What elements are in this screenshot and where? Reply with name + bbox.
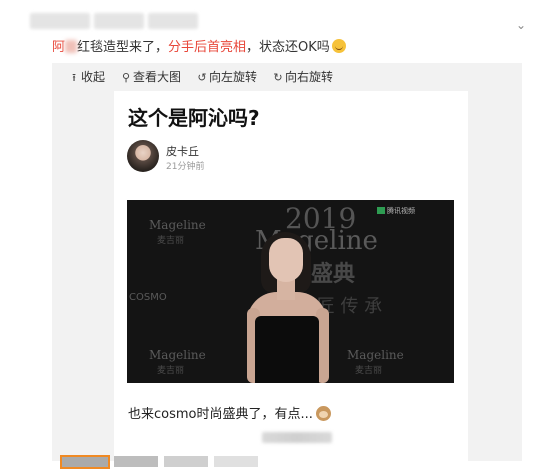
- thumbnail-strip: [60, 455, 260, 469]
- blurred-name-part: [65, 40, 78, 53]
- photo-brand-bottom-right: Mageline: [347, 348, 404, 362]
- caption-prefix[interactable]: 阿: [52, 40, 65, 55]
- rotate-right-label: 向右旋转: [285, 70, 334, 84]
- collapse-label: 收起: [81, 70, 106, 84]
- view-large-label: 查看大图: [133, 70, 182, 84]
- photo-brand-cn-bottom-left: 麦吉丽: [157, 366, 185, 376]
- photo-brand-bottom-left: Mageline: [149, 348, 206, 362]
- avatar: [127, 140, 159, 172]
- caption-highlight[interactable]: 分手后首亮相: [168, 40, 246, 55]
- view-large-button[interactable]: ⚲ 查看大图: [120, 69, 181, 86]
- woman-figure: [239, 230, 339, 383]
- article-text: 也来cosmo时尚盛典了，有点...: [128, 406, 331, 424]
- collapse-button[interactable]: ⭱ 收起: [68, 69, 105, 86]
- photo-sponsor: COSMO: [129, 292, 167, 303]
- smile-emoji-icon: [331, 39, 346, 53]
- rotate-left-button[interactable]: ↺ 向左旋转: [196, 69, 257, 86]
- article-title: 这个是阿沁吗?: [128, 106, 260, 130]
- video-play-icon: [377, 207, 385, 214]
- author-name: 皮卡丘: [166, 145, 199, 158]
- image-toolbar: ⭱ 收起 ⚲ 查看大图 ↺ 向左旋转 ↻ 向右旋转: [52, 63, 522, 91]
- post-time: 21分钟前: [166, 162, 205, 172]
- magnifier-icon: ⚲: [121, 71, 131, 84]
- photo-brand-left: Mageline: [149, 218, 206, 232]
- article-card[interactable]: 这个是阿沁吗? 皮卡丘 21分钟前 2019 Mageline 美丽盛典 美 匠…: [114, 91, 468, 461]
- image-viewer: ⭱ 收起 ⚲ 查看大图 ↺ 向左旋转 ↻ 向右旋转 这个是阿沁吗? 皮卡丘 21分钟前 …: [52, 63, 522, 461]
- thumbnail[interactable]: [214, 456, 258, 467]
- rotate-right-button[interactable]: ↻ 向右旋转: [272, 69, 333, 86]
- post-caption: 阿红毯造型来了，分手后首亮相，状态还OK吗: [52, 39, 346, 57]
- monkey-emoji-icon: [315, 406, 331, 421]
- caption-suffix: ，状态还OK吗: [246, 40, 330, 55]
- photo-brand-cn-left: 麦吉丽: [157, 236, 185, 246]
- rotate-left-label: 向左旋转: [209, 70, 258, 84]
- article-text-body: 也来cosmo时尚盛典了，有点...: [128, 407, 313, 422]
- video-logo-label: 腾讯视频: [387, 207, 415, 215]
- rotate-right-icon: ↻: [273, 71, 283, 84]
- collapse-up-icon: ⭱: [72, 71, 76, 84]
- rotate-left-icon: ↺: [197, 71, 207, 84]
- caption-middle: 红毯造型来了，: [77, 40, 169, 55]
- blurred-watermark: [262, 432, 332, 443]
- red-carpet-photo: 2019 Mageline 美丽盛典 美 匠 传 承 Mageline 麦吉丽 …: [127, 200, 454, 383]
- thumbnail[interactable]: [164, 456, 208, 467]
- photo-brand-cn-bottom-right: 麦吉丽: [355, 366, 383, 376]
- blurred-username: [30, 10, 215, 32]
- chevron-down-icon[interactable]: ⌄: [514, 18, 528, 32]
- thumbnail[interactable]: [114, 456, 158, 467]
- video-logo: 腾讯视频: [377, 206, 415, 216]
